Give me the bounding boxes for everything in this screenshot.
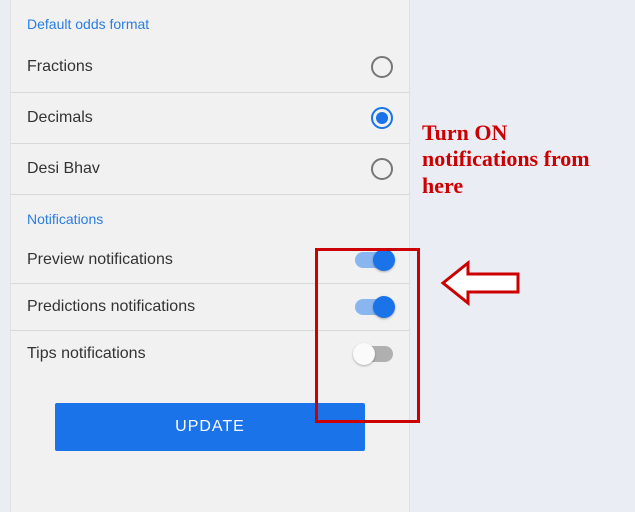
- notif-label: Tips notifications: [27, 345, 146, 363]
- odds-option-desi-bhav[interactable]: Desi Bhav: [11, 144, 409, 195]
- toggle-knob-icon: [373, 249, 395, 271]
- odds-option-label: Fractions: [27, 58, 93, 76]
- radio-icon[interactable]: [371, 107, 393, 129]
- odds-option-label: Decimals: [27, 109, 93, 127]
- odds-format-title: Default odds format: [11, 0, 409, 42]
- odds-option-fractions[interactable]: Fractions: [11, 42, 409, 93]
- toggle-knob-icon: [373, 296, 395, 318]
- notif-label: Predictions notifications: [27, 298, 195, 316]
- arrow-left-icon: [440, 258, 520, 308]
- toggle-switch[interactable]: [355, 346, 393, 362]
- notif-predictions-row: Predictions notifications: [11, 284, 409, 331]
- toggle-switch[interactable]: [355, 252, 393, 268]
- toggle-switch[interactable]: [355, 299, 393, 315]
- notif-tips-row: Tips notifications: [11, 331, 409, 377]
- notif-label: Preview notifications: [27, 251, 173, 269]
- toggle-knob-icon: [353, 343, 375, 365]
- notifications-title: Notifications: [11, 195, 409, 237]
- annotation-text: Turn ON notifications from here: [422, 120, 622, 199]
- update-button[interactable]: UPDATE: [55, 403, 365, 451]
- radio-icon[interactable]: [371, 56, 393, 78]
- odds-option-label: Desi Bhav: [27, 160, 100, 178]
- radio-icon[interactable]: [371, 158, 393, 180]
- settings-panel: Default odds format Fractions Decimals D…: [10, 0, 410, 512]
- notif-preview-row: Preview notifications: [11, 237, 409, 284]
- odds-option-decimals[interactable]: Decimals: [11, 93, 409, 144]
